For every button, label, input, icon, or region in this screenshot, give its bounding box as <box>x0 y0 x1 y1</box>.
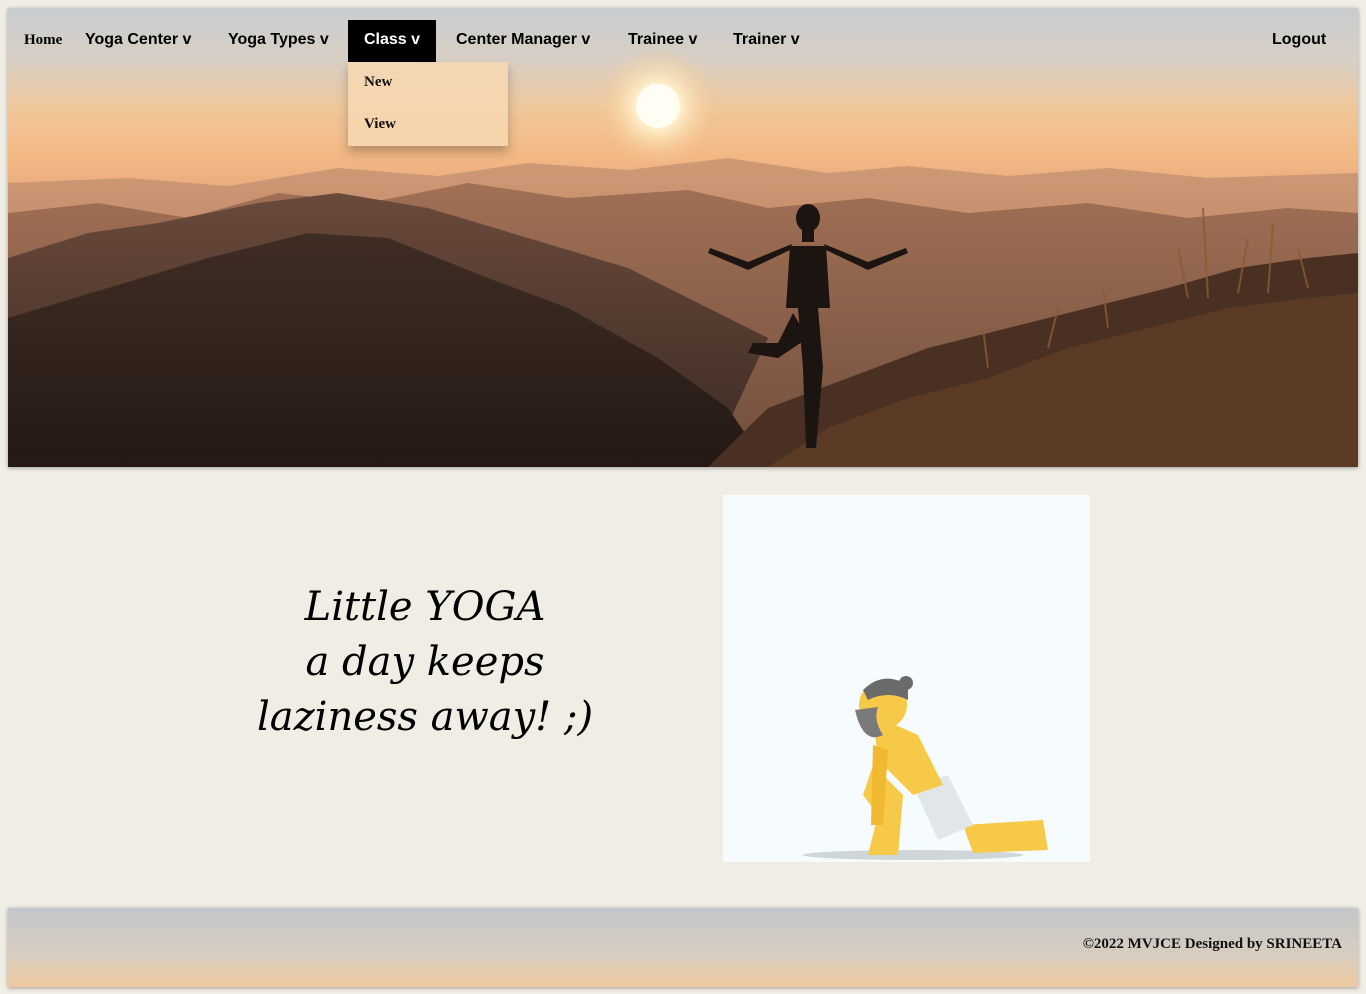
nav-trainer[interactable]: Trainer v <box>733 20 800 62</box>
hero-background-image <box>8 8 1358 467</box>
yogi-figure <box>803 676 1048 860</box>
class-dropdown-menu: New View <box>348 62 508 146</box>
hero-banner: Home Yoga Center v Yoga Types v Class v … <box>8 8 1358 467</box>
class-menu-new[interactable]: New <box>364 70 392 94</box>
footer: ©2022 MVJCE Designed by SRINEETA <box>8 908 1358 987</box>
top-nav: Home Yoga Center v Yoga Types v Class v … <box>8 20 1358 62</box>
quote-line-2: a day keeps <box>305 639 545 685</box>
nav-class[interactable]: Class v <box>348 20 436 62</box>
footer-copyright: ©2022 MVJCE Designed by SRINEETA <box>1082 936 1342 952</box>
class-menu-view[interactable]: View <box>364 112 396 136</box>
nav-trainee[interactable]: Trainee v <box>628 20 697 62</box>
quote-line-1: Little YOGA <box>304 584 546 630</box>
nav-yoga-center[interactable]: Yoga Center v <box>85 20 191 62</box>
nav-yoga-types[interactable]: Yoga Types v <box>228 20 329 62</box>
nav-home[interactable]: Home <box>24 20 62 62</box>
nav-logout[interactable]: Logout <box>1272 20 1326 62</box>
yoga-quote: Little YOGA a day keeps laziness away! ;… <box>150 580 700 745</box>
yoga-pose-illustration <box>723 495 1090 862</box>
nav-center-manager[interactable]: Center Manager v <box>456 20 590 62</box>
quote-line-3: laziness away! ;) <box>256 694 594 740</box>
